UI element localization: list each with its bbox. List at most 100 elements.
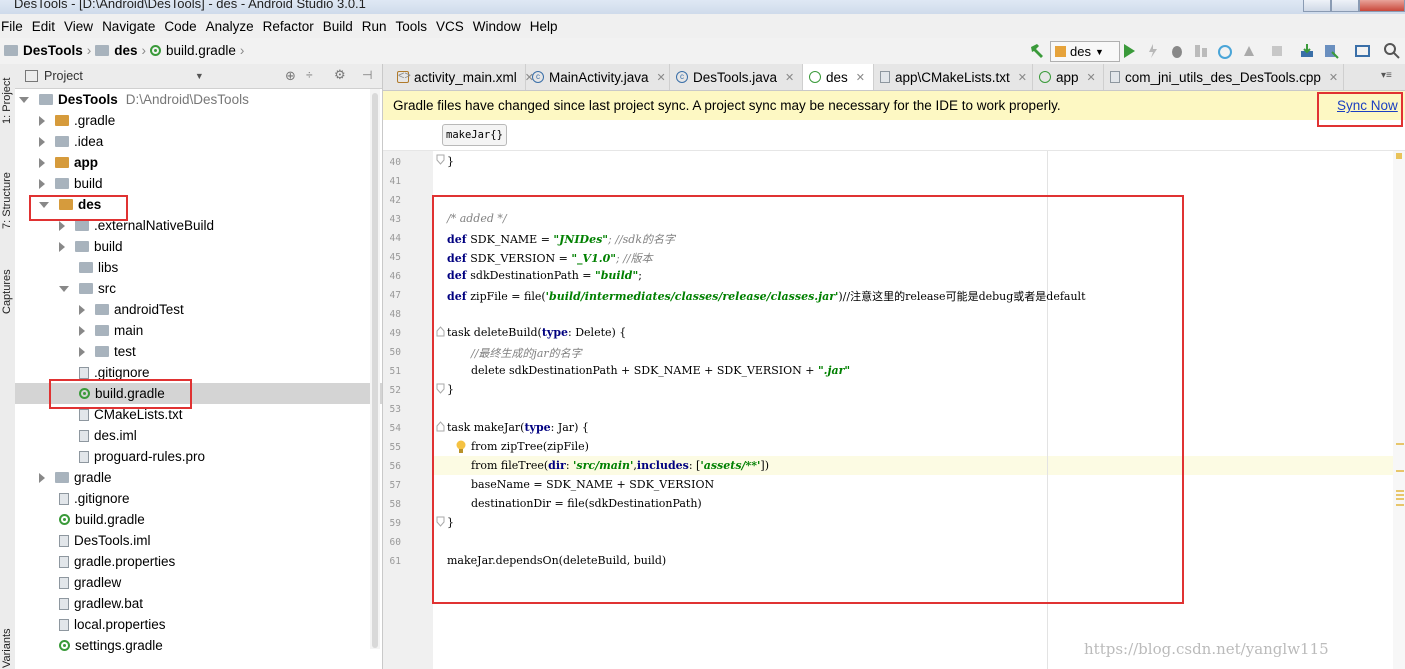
context-chip[interactable]: makeJar{} bbox=[442, 124, 507, 146]
project-scrollbar[interactable] bbox=[370, 89, 380, 649]
gradle-icon bbox=[59, 514, 70, 525]
tree-item-src[interactable]: src bbox=[15, 278, 382, 299]
menu-build[interactable]: Build bbox=[322, 19, 359, 34]
tree-item-gradle-properties[interactable]: gradle.properties bbox=[15, 551, 382, 572]
menu-window[interactable]: Window bbox=[472, 19, 527, 34]
tab-app[interactable]: app ✕ bbox=[1033, 64, 1104, 90]
error-stripe-mark[interactable] bbox=[1396, 498, 1404, 500]
line-number: 48 bbox=[389, 309, 401, 320]
sync-gradle-icon[interactable] bbox=[1298, 42, 1316, 60]
tab-cpp[interactable]: com_jni_utils_des_DesTools.cpp ✕ bbox=[1104, 64, 1344, 90]
tree-item-main[interactable]: main bbox=[15, 320, 382, 341]
tree-item-gradlew[interactable]: gradlew bbox=[15, 572, 382, 593]
breadcrumb-module[interactable]: des bbox=[114, 43, 137, 58]
close-button[interactable] bbox=[1359, 0, 1405, 12]
tree-item-test[interactable]: test bbox=[15, 341, 382, 362]
title-bar: DesTools - [D:\Android\DesTools] - des -… bbox=[0, 0, 1405, 14]
tree-item-gradlew-bat[interactable]: gradlew.bat bbox=[15, 593, 382, 614]
tree-item-gitignore[interactable]: .gitignore bbox=[15, 488, 382, 509]
editor-breadcrumb-bar: makeJar{} bbox=[383, 120, 1405, 151]
line-number: 46 bbox=[389, 271, 401, 282]
menu-analyze[interactable]: Analyze bbox=[205, 19, 260, 34]
attach-debugger-icon[interactable] bbox=[1240, 42, 1258, 60]
breadcrumb: DesTools › des › build.gradle › bbox=[4, 43, 248, 58]
menu-refactor[interactable]: Refactor bbox=[262, 19, 320, 34]
gear-icon[interactable]: ⚙ bbox=[334, 67, 346, 83]
tree-item-build[interactable]: build bbox=[15, 173, 382, 194]
menu-code[interactable]: Code bbox=[163, 19, 202, 34]
inspection-status-icon[interactable] bbox=[1396, 153, 1402, 159]
tree-item-des-build[interactable]: build bbox=[15, 236, 382, 257]
tabs-overflow-icon[interactable]: ▾≡ bbox=[1381, 70, 1392, 81]
tree-item-local-properties[interactable]: local.properties bbox=[15, 614, 382, 635]
breadcrumb-file[interactable]: build.gradle bbox=[166, 43, 236, 58]
project-structure-icon[interactable] bbox=[1354, 42, 1372, 60]
folder-icon bbox=[95, 304, 109, 315]
coverage-icon[interactable] bbox=[1192, 42, 1210, 60]
tree-item-settings-gradle[interactable]: settings.gradle bbox=[15, 635, 382, 656]
error-stripe-mark[interactable] bbox=[1396, 443, 1404, 445]
error-stripe-mark[interactable] bbox=[1396, 470, 1404, 472]
debug-icon[interactable] bbox=[1168, 42, 1186, 60]
menu-file[interactable]: File bbox=[0, 19, 29, 34]
tree-item-build-gradle[interactable]: build.gradle bbox=[15, 509, 382, 530]
error-stripe-mark[interactable] bbox=[1396, 504, 1404, 506]
tab-des[interactable]: des ✕ bbox=[803, 64, 874, 90]
collapse-all-icon[interactable]: ÷ bbox=[306, 68, 313, 82]
fold-end-icon[interactable] bbox=[436, 154, 445, 165]
tree-item-idea[interactable]: .idea bbox=[15, 131, 382, 152]
menu-navigate[interactable]: Navigate bbox=[101, 19, 161, 34]
tree-item-root[interactable]: DesTools D:\Android\DesTools bbox=[15, 89, 382, 110]
folder-icon bbox=[75, 220, 89, 231]
breadcrumb-root[interactable]: DesTools bbox=[23, 43, 83, 58]
hide-panel-icon[interactable]: ⊣ bbox=[362, 68, 372, 82]
tab-destools-java[interactable]: c DesTools.java ✕ bbox=[670, 64, 803, 90]
menu-help[interactable]: Help bbox=[529, 19, 564, 34]
chevron-down-icon: ▼ bbox=[1094, 46, 1104, 57]
gradle-icon bbox=[809, 71, 821, 83]
close-icon[interactable]: ✕ bbox=[856, 71, 865, 84]
error-stripe-mark[interactable] bbox=[1396, 494, 1404, 496]
run-icon[interactable] bbox=[1120, 42, 1138, 60]
project-view-select[interactable]: Project ▼ bbox=[25, 69, 204, 83]
apply-changes-icon[interactable] bbox=[1144, 42, 1162, 60]
tree-item-gradle[interactable]: gradle bbox=[15, 467, 382, 488]
tree-item-proguard[interactable]: proguard-rules.pro bbox=[15, 446, 382, 467]
close-icon[interactable]: ✕ bbox=[1018, 71, 1027, 84]
tree-item-destools-iml[interactable]: DesTools.iml bbox=[15, 530, 382, 551]
close-icon[interactable]: ✕ bbox=[1087, 71, 1096, 84]
folder-icon bbox=[55, 136, 69, 147]
stop-icon[interactable] bbox=[1268, 42, 1286, 60]
menu-vcs[interactable]: VCS bbox=[435, 19, 470, 34]
menu-edit[interactable]: Edit bbox=[31, 19, 61, 34]
tab-app-cmakelists[interactable]: app\CMakeLists.txt ✕ bbox=[874, 64, 1033, 90]
tree-item-des-iml[interactable]: des.iml bbox=[15, 425, 382, 446]
menu-view[interactable]: View bbox=[63, 19, 99, 34]
minimize-button[interactable] bbox=[1303, 0, 1331, 12]
tab-mainactivity[interactable]: c MainActivity.java ✕ bbox=[526, 64, 670, 90]
close-icon[interactable]: ✕ bbox=[657, 71, 666, 84]
line-number: 52 bbox=[389, 385, 401, 396]
sdk-manager-icon[interactable] bbox=[1322, 42, 1340, 60]
hammer-icon[interactable] bbox=[1028, 42, 1046, 60]
scrollbar-thumb[interactable] bbox=[372, 93, 378, 648]
line-number: 61 bbox=[389, 556, 401, 567]
tree-item-gradle-dir[interactable]: .gradle bbox=[15, 110, 382, 131]
properties-file-icon bbox=[59, 555, 69, 568]
editor-scrollbar[interactable] bbox=[1393, 151, 1405, 669]
tree-item-app[interactable]: app bbox=[15, 152, 382, 173]
tree-item-libs[interactable]: libs bbox=[15, 257, 382, 278]
locate-icon[interactable]: ⊕ bbox=[285, 68, 296, 84]
menu-run[interactable]: Run bbox=[361, 19, 393, 34]
search-icon[interactable] bbox=[1383, 42, 1401, 60]
run-config-select[interactable]: des ▼ bbox=[1050, 41, 1120, 62]
close-icon[interactable]: ✕ bbox=[1329, 71, 1338, 84]
close-icon[interactable]: ✕ bbox=[785, 71, 794, 84]
chevron-right-icon: › bbox=[86, 43, 92, 58]
profile-icon[interactable] bbox=[1216, 42, 1234, 60]
error-stripe-mark[interactable] bbox=[1396, 490, 1404, 492]
menu-tools[interactable]: Tools bbox=[395, 19, 434, 34]
maximize-button[interactable] bbox=[1331, 0, 1359, 12]
tree-item-androidtest[interactable]: androidTest bbox=[15, 299, 382, 320]
tab-activity-main[interactable]: <> activity_main.xml ✕ bbox=[383, 64, 534, 90]
